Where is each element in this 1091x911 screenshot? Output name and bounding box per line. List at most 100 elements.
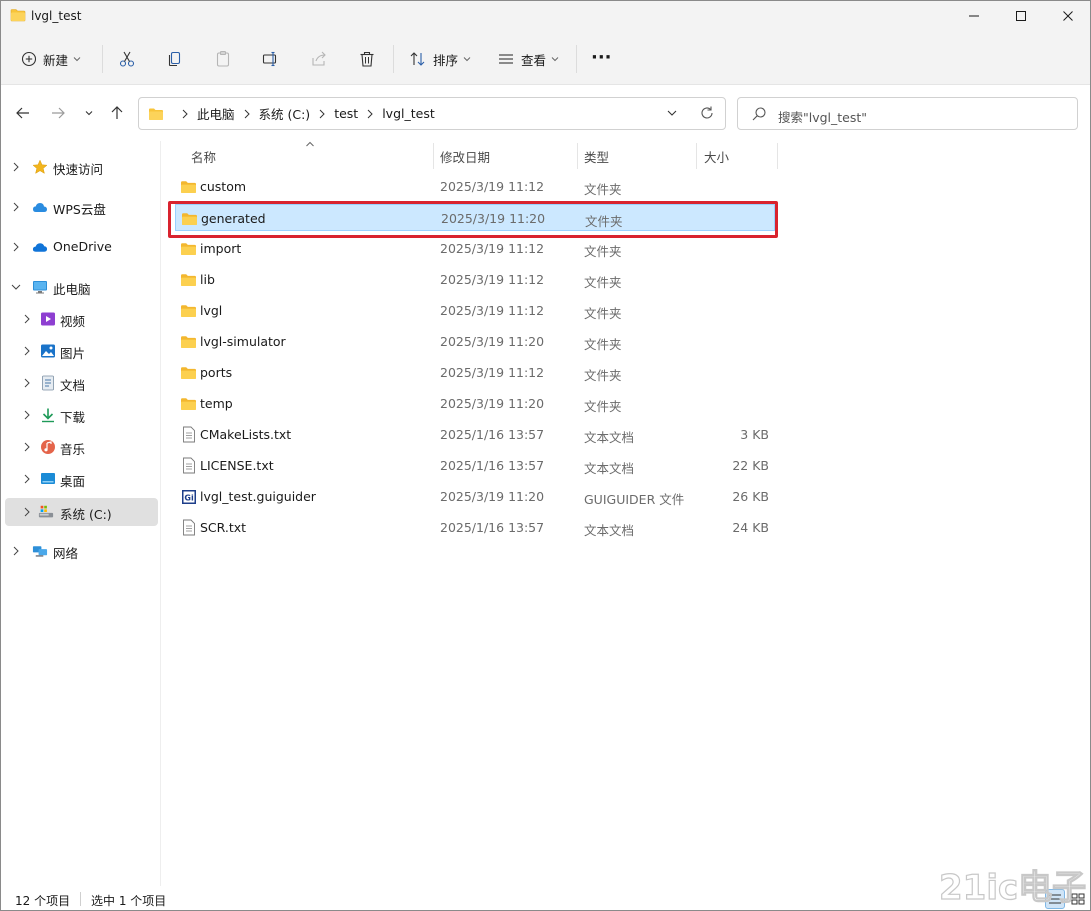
forward-button[interactable] <box>48 103 68 123</box>
file-row[interactable]: LICENSE.txt 2025/1/16 13:57 文本文档 22 KB <box>175 452 775 479</box>
file-name: LICENSE.txt <box>200 458 274 473</box>
view-button[interactable]: 查看 <box>497 45 559 73</box>
up-button[interactable] <box>107 103 127 123</box>
paste-button[interactable] <box>211 47 235 71</box>
column-divider[interactable] <box>577 143 578 169</box>
file-row[interactable]: lvgl-simulator 2025/3/19 11:20 文件夹 <box>175 328 775 355</box>
sidebar-item-pictures[interactable]: 图片 <box>5 337 158 365</box>
column-divider[interactable] <box>777 143 778 169</box>
file-name: SCR.txt <box>200 520 247 535</box>
toolbar-divider <box>102 45 103 73</box>
column-header-date[interactable]: 修改日期 <box>440 141 570 171</box>
file-type: 文件夹 <box>584 337 622 352</box>
file-row[interactable]: temp 2025/3/19 11:20 文件夹 <box>175 390 775 417</box>
chevron-right-icon[interactable] <box>11 162 21 172</box>
column-header-label: 大小 <box>704 149 730 165</box>
address-bar[interactable]: 此电脑 系统 (C:) test lvgl_test <box>138 97 726 130</box>
sidebar-item-onedrive[interactable]: OneDrive <box>5 233 158 261</box>
file-type: 文件夹 <box>584 368 622 383</box>
file-row[interactable]: custom 2025/3/19 11:12 文件夹 <box>175 173 775 200</box>
file-row[interactable]: import 2025/3/19 11:12 文件夹 <box>175 235 775 262</box>
address-history-button[interactable] <box>666 107 678 122</box>
sidebar-item-this-pc[interactable]: 此电脑 <box>5 273 158 301</box>
chevron-right-icon[interactable] <box>22 346 32 356</box>
sidebar-item-label: 音乐 <box>60 442 86 457</box>
sidebar-item-label: 此电脑 <box>53 282 91 297</box>
chevron-right-icon[interactable] <box>11 242 21 252</box>
back-button[interactable] <box>13 103 33 123</box>
sidebar-item-system-drive[interactable]: 系统 (C:) <box>5 498 158 526</box>
file-row[interactable]: lib 2025/3/19 11:12 文件夹 <box>175 266 775 293</box>
sidebar-item-downloads[interactable]: 下载 <box>5 401 158 429</box>
column-divider[interactable] <box>696 143 697 169</box>
column-header-label: 名称 <box>191 149 217 165</box>
sidebar-item-quick-access[interactable]: 快速访问 <box>5 153 158 181</box>
picture-icon <box>40 343 56 359</box>
navigation-bar: 此电脑 系统 (C:) test lvgl_test 搜索"lvgl_test" <box>1 85 1090 141</box>
chevron-right-icon[interactable] <box>11 202 21 212</box>
download-icon <box>40 407 56 423</box>
folder-icon <box>180 364 197 381</box>
maximize-button[interactable] <box>998 1 1044 31</box>
breadcrumb-lvgl-test[interactable]: lvgl_test <box>382 106 435 121</box>
file-type: 文件夹 <box>584 244 622 259</box>
file-row[interactable]: Gi lvgl_test.guiguider 2025/3/19 11:20 GUIG… <box>175 483 775 510</box>
network-icon <box>32 543 48 559</box>
sort-button[interactable]: 排序 <box>409 45 471 73</box>
refresh-button[interactable] <box>699 105 715 124</box>
sidebar-item-videos[interactable]: 视频 <box>5 305 158 333</box>
breadcrumb-system-drive[interactable]: 系统 (C:) <box>259 104 311 123</box>
file-type: 文件夹 <box>584 182 622 197</box>
delete-button[interactable] <box>355 47 379 71</box>
sidebar-item-wps-cloud[interactable]: WPS云盘 <box>5 193 158 221</box>
column-header-size[interactable]: 大小 <box>704 141 774 171</box>
arrow-up-icon <box>111 106 123 119</box>
column-header-name[interactable]: 名称 <box>191 141 431 171</box>
sidebar-item-label: 文档 <box>60 378 86 393</box>
column-header-type[interactable]: 类型 <box>584 141 694 171</box>
sidebar-item-documents[interactable]: 文档 <box>5 369 158 397</box>
minimize-icon <box>969 15 979 17</box>
cut-button[interactable] <box>115 47 139 71</box>
sidebar-item-label: 快速访问 <box>53 162 104 177</box>
file-row[interactable]: CMakeLists.txt 2025/1/16 13:57 文本文档 3 KB <box>175 421 775 448</box>
text-file-icon <box>180 457 197 474</box>
chevron-right-icon[interactable] <box>22 442 32 452</box>
video-icon <box>40 311 56 327</box>
sidebar-item-label: 网络 <box>53 546 79 561</box>
recent-locations-button[interactable] <box>79 103 99 123</box>
chevron-right-icon[interactable] <box>22 314 32 324</box>
file-modified-date: 2025/3/19 11:20 <box>440 334 545 349</box>
file-row[interactable]: ports 2025/3/19 11:12 文件夹 <box>175 359 775 386</box>
toolbar-divider <box>576 45 577 73</box>
file-row[interactable]: lvgl 2025/3/19 11:12 文件夹 <box>175 297 775 324</box>
chevron-right-icon[interactable] <box>22 507 32 517</box>
sidebar-item-desktop[interactable]: 桌面 <box>5 465 158 493</box>
text-file-icon <box>180 519 197 536</box>
more-options-button[interactable]: ··· <box>591 43 612 71</box>
chevron-right-icon[interactable] <box>22 474 32 484</box>
chevron-right-icon[interactable] <box>22 378 32 388</box>
breadcrumb-test[interactable]: test <box>334 106 358 121</box>
chevron-down-icon <box>463 57 471 62</box>
breadcrumb-this-pc[interactable]: 此电脑 <box>197 104 235 123</box>
chevron-right-icon[interactable] <box>11 546 21 556</box>
sidebar-item-music[interactable]: 音乐 <box>5 433 158 461</box>
rename-button[interactable] <box>259 47 283 71</box>
folder-icon <box>10 8 26 22</box>
chevron-right-icon[interactable] <box>22 410 32 420</box>
file-modified-date: 2025/1/16 13:57 <box>440 458 545 473</box>
maximize-icon <box>1016 11 1026 21</box>
file-row[interactable]: generated 2025/3/19 11:20 文件夹 <box>175 204 775 231</box>
close-button[interactable] <box>1045 1 1090 31</box>
new-button[interactable]: 新建 <box>21 45 81 73</box>
copy-button[interactable] <box>163 47 187 71</box>
search-box[interactable]: 搜索"lvgl_test" <box>737 97 1078 130</box>
minimize-button[interactable] <box>951 1 997 31</box>
column-divider[interactable] <box>433 143 434 169</box>
search-placeholder: 搜索"lvgl_test" <box>778 110 868 125</box>
share-button[interactable] <box>307 47 331 71</box>
file-row[interactable]: SCR.txt 2025/1/16 13:57 文本文档 24 KB <box>175 514 775 541</box>
sidebar-item-network[interactable]: 网络 <box>5 537 158 565</box>
chevron-down-icon[interactable] <box>11 282 21 292</box>
